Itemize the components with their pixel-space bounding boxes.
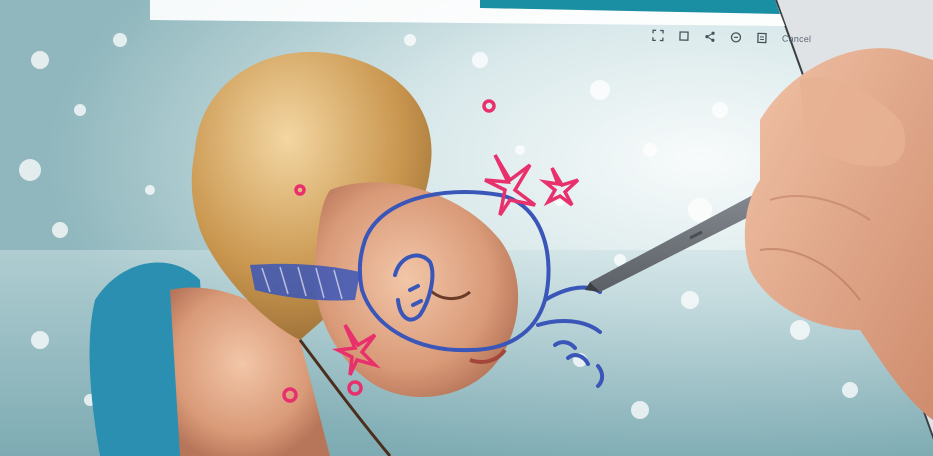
crop-icon[interactable] bbox=[652, 28, 664, 42]
cancel-button[interactable]: Cancel bbox=[782, 33, 811, 44]
frame-icon[interactable] bbox=[678, 29, 690, 43]
pen-mode-icon[interactable] bbox=[730, 30, 742, 44]
save-icon[interactable] bbox=[756, 31, 768, 45]
pen-toolbar: Cancel bbox=[640, 22, 811, 52]
share-icon[interactable] bbox=[704, 30, 716, 44]
scene bbox=[0, 0, 933, 456]
